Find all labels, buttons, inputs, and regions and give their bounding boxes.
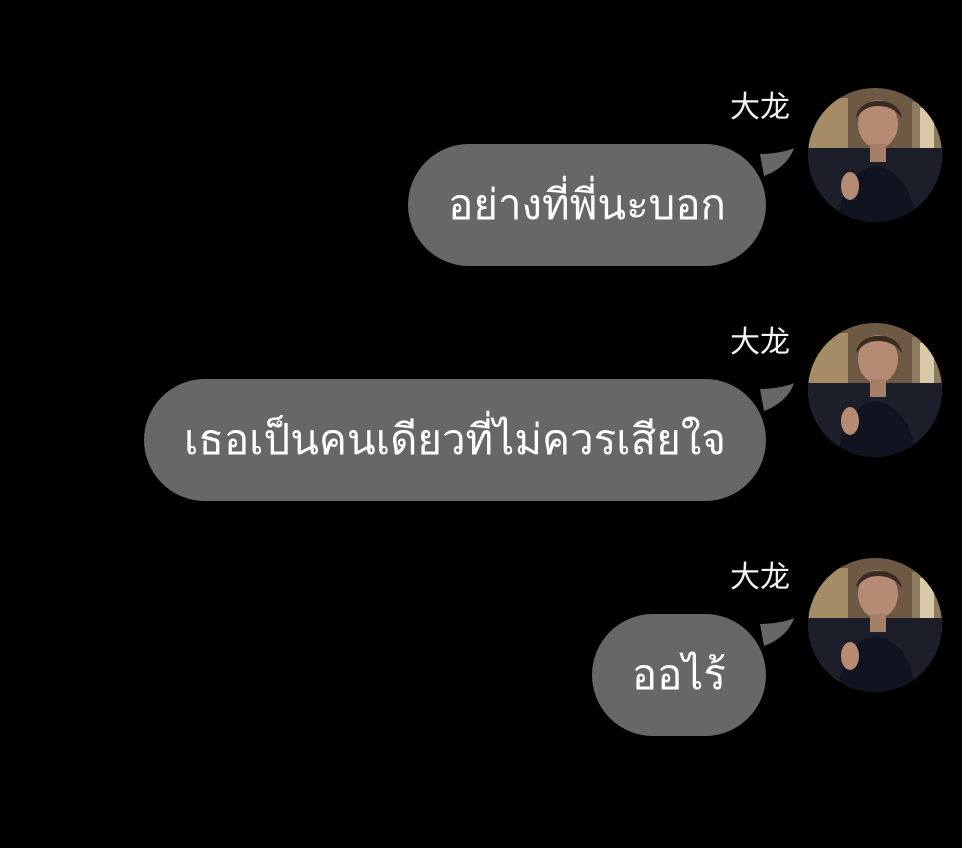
message-row: 大龙 อย่างที่พี่นะบอก bbox=[0, 88, 962, 288]
avatar[interactable] bbox=[808, 323, 942, 457]
profile-photo-icon bbox=[808, 88, 942, 222]
profile-photo-icon bbox=[808, 323, 942, 457]
message-row: 大龙 เธอเป็นคนเดียวที่ไม่ควรเสียใจ bbox=[0, 323, 962, 523]
avatar[interactable] bbox=[808, 558, 942, 692]
message-text: อย่างที่พี่นะบอก bbox=[448, 180, 726, 229]
sender-name: 大龙 bbox=[730, 90, 790, 125]
sender-name: 大龙 bbox=[730, 560, 790, 595]
bubble-tail bbox=[760, 618, 794, 646]
sender-name: 大龙 bbox=[730, 325, 790, 360]
chat-thread: 大龙 อย่างที่พี่นะบอก 大龙 เธอเป็นคนเดียวที่… bbox=[0, 0, 962, 848]
message-text: ออไร้ bbox=[631, 650, 726, 699]
message-bubble[interactable]: อย่างที่พี่นะบอก bbox=[408, 144, 766, 266]
message-text: เธอเป็นคนเดียวที่ไม่ควรเสียใจ bbox=[183, 415, 726, 464]
avatar[interactable] bbox=[808, 88, 942, 222]
bubble-tail bbox=[760, 383, 794, 411]
message-bubble[interactable]: เธอเป็นคนเดียวที่ไม่ควรเสียใจ bbox=[143, 379, 766, 501]
message-bubble[interactable]: ออไร้ bbox=[591, 614, 766, 736]
bubble-tail bbox=[760, 148, 794, 176]
profile-photo-icon bbox=[808, 558, 942, 692]
message-row: 大龙 ออไร้ bbox=[0, 558, 962, 758]
